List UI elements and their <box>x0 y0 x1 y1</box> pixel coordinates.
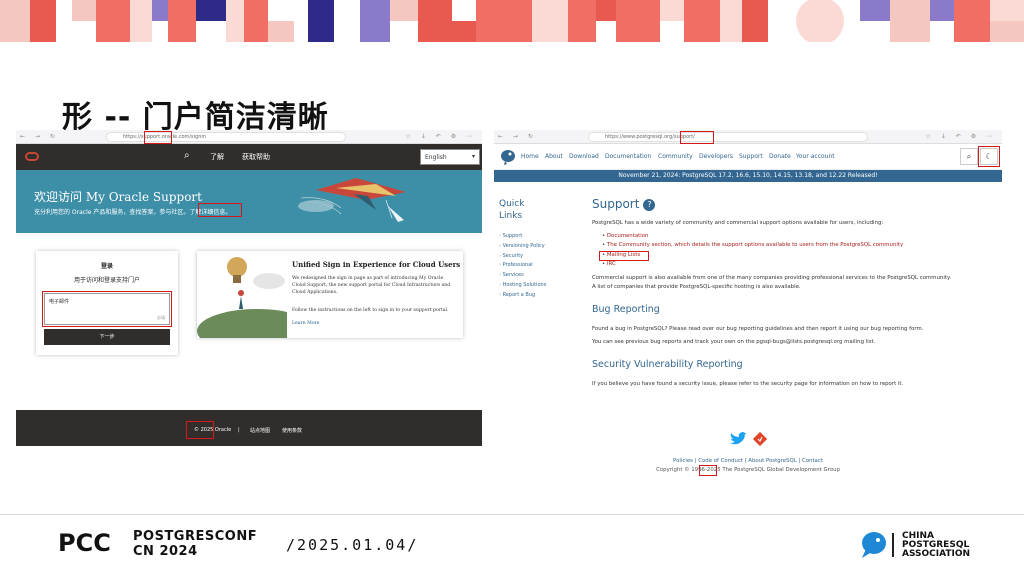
bullet-irc[interactable]: IRC <box>602 261 616 267</box>
nav-link-donate[interactable]: Donate <box>769 153 791 160</box>
search-icon[interactable]: ⌕ <box>184 150 190 161</box>
footer-divider: | <box>238 427 240 433</box>
login-prompt: 用于访问和登录支持门户 <box>73 277 140 284</box>
nav-link-download[interactable]: Download <box>569 153 599 160</box>
language-select[interactable]: English ▾ <box>420 149 480 165</box>
commercial-line-2: A list of companies that provide Postgre… <box>592 284 801 290</box>
browser-tool-icons[interactable]: ☆ ↓ ↶ ⚙ ⋯ <box>406 133 476 140</box>
quick-links-title: Quick Links <box>499 198 524 222</box>
help-icon[interactable]: ? <box>643 199 656 211</box>
hero-title: 欢迎访问 My Oracle Support <box>34 190 202 204</box>
nav-link-community[interactable]: Community <box>658 153 693 160</box>
quick-link-security[interactable]: Security <box>499 252 546 262</box>
oracle-footer: © 2025 Oracle | 站点地图 使用条款 <box>16 410 482 446</box>
language-value: English <box>425 154 447 161</box>
card-footnote: Follow the instructions on the left to s… <box>292 308 449 313</box>
bullet-community[interactable]: The Community section, which details the… <box>602 242 903 248</box>
search-icon[interactable]: ⌕ <box>960 148 978 165</box>
bug-reporting-title: Bug Reporting <box>592 304 660 315</box>
release-banner[interactable]: November 21, 2024: PostgreSQL 17.2, 16.6… <box>494 170 1002 182</box>
chevron-down-icon: ▾ <box>471 153 475 160</box>
decorative-banner <box>0 0 1024 42</box>
copyright-year-highlight-box <box>699 465 717 476</box>
association-line-3: ASSOCIATION <box>902 549 971 559</box>
elephant-logo-icon[interactable] <box>499 149 517 165</box>
oracle-logo-icon[interactable] <box>25 152 39 161</box>
postgres-screenshot: ← → ↻ https://www.postgresql.org/support… <box>494 130 1002 480</box>
postgres-navbar: Home About Download Documentation Commun… <box>494 144 1002 170</box>
info-card: Unified Sign in Experience for Cloud Use… <box>197 251 463 338</box>
next-button[interactable]: 下一步 <box>44 329 170 345</box>
quick-links-title-line-1: Quick <box>499 199 525 209</box>
nav-link-help[interactable]: 获取帮助 <box>242 152 270 162</box>
footer-copyright: Copyright © 1996-2025 The PostgreSQL Glo… <box>656 467 840 473</box>
hero-subtitle-text: 充分利用您的 Oracle 产品和服务，查找答案，参与社区。 <box>34 209 190 216</box>
conference-name-line-1: POSTGRESCONF <box>133 529 258 544</box>
mailing-lists-highlight-box <box>599 251 649 261</box>
quick-link-versioning[interactable]: Versioning Policy <box>499 242 546 252</box>
postgres-url-bar[interactable]: https://www.postgresql.org/support/ <box>588 132 868 142</box>
quick-link-support[interactable]: Support <box>499 232 546 242</box>
nav-link-about[interactable]: About <box>545 153 563 160</box>
footer-divider <box>0 514 1024 515</box>
quick-link-report-bug[interactable]: Report a Bug <box>499 291 546 301</box>
quick-link-services[interactable]: Services <box>499 271 546 281</box>
oracle-navbar: ⌕ 了解 获取帮助 English ▾ <box>16 144 482 170</box>
bug-line-1: Found a bug in PostgreSQL? Please read o… <box>592 326 924 332</box>
footer-link-terms[interactable]: 使用条款 <box>282 427 302 434</box>
gitlab-icon[interactable] <box>753 432 767 446</box>
slide: 形 -- 门户简洁清晰 ← → ↻ https://support.oracle… <box>0 0 1024 576</box>
twitter-icon[interactable] <box>729 432 747 446</box>
card-illustration <box>197 257 287 338</box>
quick-link-hosting[interactable]: Hosting Solutions <box>499 281 547 291</box>
quick-links-title-line-2: Links <box>499 211 523 221</box>
nav-link-account[interactable]: Your account <box>796 153 835 160</box>
url-highlight-box <box>680 131 714 144</box>
footer-links[interactable]: Policies | Code of Conduct | About Postg… <box>494 458 1002 464</box>
pcc-logo-icon: PCC <box>58 530 111 554</box>
pcc-logo-text: PCC <box>58 530 111 554</box>
browser-nav-buttons[interactable]: ← → ↻ <box>20 133 59 140</box>
card-title: Unified Sign in Experience for Cloud Use… <box>292 260 461 269</box>
card-body: We redesigned the sign in page as part o… <box>292 276 451 295</box>
email-field-highlight-box <box>42 291 172 327</box>
nav-link-support[interactable]: Support <box>739 153 763 160</box>
footer-link-sitemap[interactable]: 站点地图 <box>250 427 270 434</box>
nav-link-documentation[interactable]: Documentation <box>605 153 651 160</box>
learn-more-link[interactable]: Learn More <box>292 321 320 326</box>
browser-nav-buttons[interactable]: ← → ↻ <box>498 133 537 140</box>
oracle-browser-toolbar: ← → ↻ https://support.oracle.com/signin … <box>16 130 482 144</box>
nav-link-home[interactable]: Home <box>521 153 539 160</box>
theme-toggle-highlight-box <box>978 146 1000 167</box>
hero-link-highlight-box <box>198 203 242 217</box>
nav-link-learn[interactable]: 了解 <box>210 152 224 162</box>
login-heading: 登录 <box>100 263 113 270</box>
association-separator <box>892 533 894 557</box>
url-highlight-box <box>144 131 172 144</box>
quick-link-professional[interactable]: Professional <box>499 261 546 271</box>
oracle-url-bar[interactable]: https://support.oracle.com/signin <box>106 132 346 142</box>
support-title: Support <box>592 197 640 211</box>
postgres-browser-toolbar: ← → ↻ https://www.postgresql.org/support… <box>494 130 1002 144</box>
support-heading: Support? <box>592 197 656 211</box>
bug-line-2: You can see previous bug reports and tra… <box>592 339 876 345</box>
support-intro: PostgreSQL has a wide variety of communi… <box>592 220 884 226</box>
login-panel: 登录 用于访问和登录支持门户 电子邮件 必填 下一步 <box>36 251 178 355</box>
commercial-line-1: Commercial support is also available fro… <box>592 275 952 281</box>
oracle-screenshot: ← → ↻ https://support.oracle.com/signin … <box>16 130 482 446</box>
cpa-elephant-icon <box>862 532 886 558</box>
browser-tool-icons[interactable]: ☆ ↓ ↶ ⚙ ⋯ <box>926 133 996 140</box>
bullet-documentation[interactable]: Documentation <box>602 233 649 239</box>
oracle-hero: 欢迎访问 My Oracle Support 充分利用您的 Oracle 产品和… <box>16 170 482 233</box>
nav-link-developers[interactable]: Developers <box>699 153 733 160</box>
conference-name-line-2: CN 2024 <box>133 544 198 559</box>
security-line-1: If you believe you have found a security… <box>592 381 904 387</box>
copyright-highlight-box <box>186 421 214 439</box>
security-title: Security Vulnerability Reporting <box>592 359 743 370</box>
quick-links-list: Support Versioning Policy Security Profe… <box>499 232 547 301</box>
event-date: /2025.01.04/ <box>286 536 419 554</box>
